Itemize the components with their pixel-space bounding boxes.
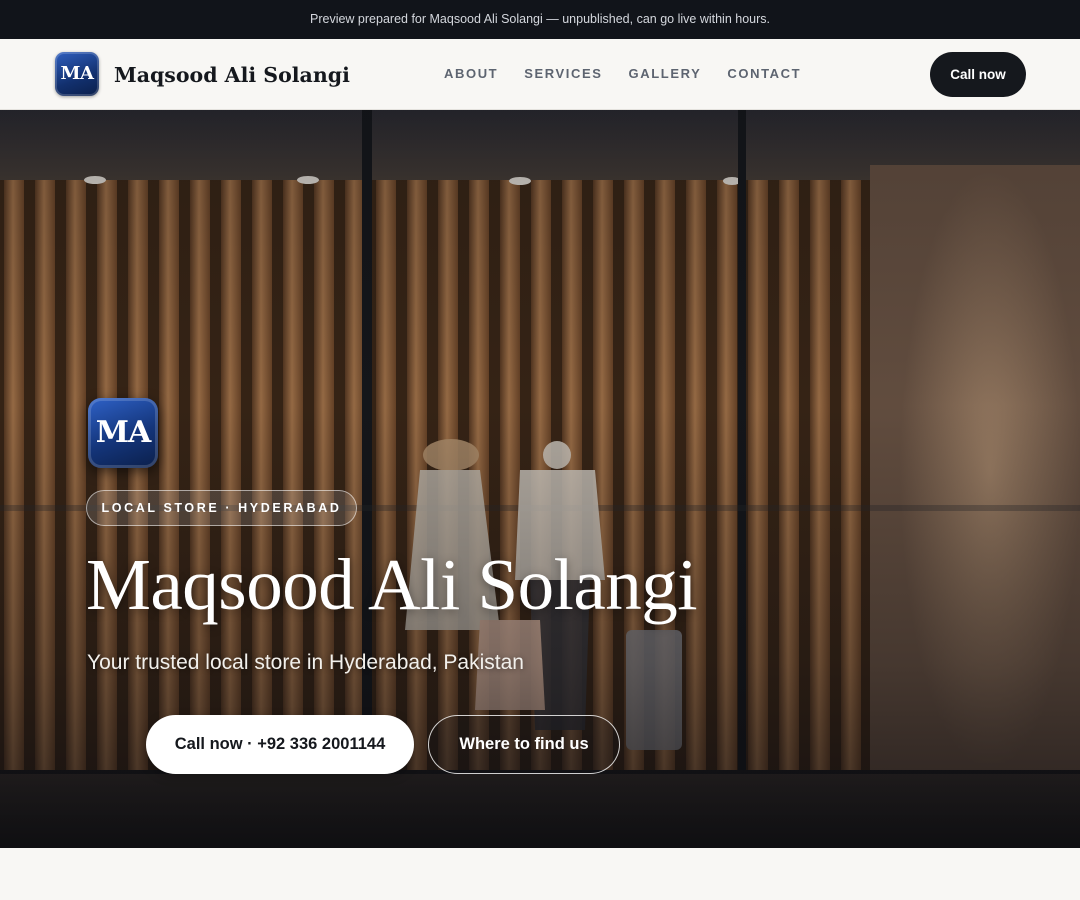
hero-subtitle: Your trusted local store in Hyderabad, P…	[87, 651, 524, 674]
hero-title: Maqsood Ali Solangi	[86, 544, 698, 625]
nav-link-services[interactable]: SERVICES	[524, 65, 602, 83]
hero-logo-icon: MA	[88, 398, 158, 468]
below-fold-section	[0, 848, 1080, 900]
hero-call-button[interactable]: Call now · +92 336 2001144	[146, 715, 414, 774]
preview-banner-text: Preview prepared for Maqsood Ali Solangi…	[310, 12, 770, 26]
hero-section: MA LOCAL STORE · HYDERABAD Maqsood Ali S…	[0, 110, 1080, 848]
logo-icon[interactable]: MA	[55, 52, 99, 96]
header-call-button[interactable]: Call now	[930, 52, 1026, 97]
brand-name[interactable]: Maqsood Ali Solangi	[114, 61, 350, 89]
hero-directions-button[interactable]: Where to find us	[428, 715, 620, 774]
site-header: MA Maqsood Ali Solangi ABOUT SERVICES GA…	[0, 39, 1080, 110]
category-pill: LOCAL STORE · HYDERABAD	[86, 490, 357, 526]
nav-link-contact[interactable]: CONTACT	[727, 65, 801, 83]
nav-link-about[interactable]: ABOUT	[444, 65, 498, 83]
nav-link-gallery[interactable]: GALLERY	[629, 65, 702, 83]
main-nav: ABOUT SERVICES GALLERY CONTACT	[444, 65, 801, 83]
preview-banner: Preview prepared for Maqsood Ali Solangi…	[0, 0, 1080, 39]
